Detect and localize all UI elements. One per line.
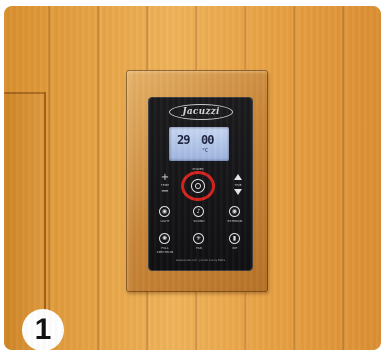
music-icon: ♪ xyxy=(196,207,201,215)
time-label: TIME xyxy=(234,183,242,187)
full-spectrum-button[interactable]: ✺ xyxy=(159,233,170,244)
temp-minus-button[interactable]: − xyxy=(159,187,171,197)
panel-footer-text: www.jacuzzi.com · Jacuzzi Luxury Baths xyxy=(175,259,226,262)
light-label: LIGHT xyxy=(160,219,170,223)
time-up-arrow-icon[interactable] xyxy=(234,174,242,180)
spectrum-icon: ✺ xyxy=(161,234,168,242)
thermometer-icon: ▮ xyxy=(232,234,237,242)
sound-label: SOUND xyxy=(193,219,205,223)
fan-icon: ✳ xyxy=(195,234,202,242)
interior-button[interactable]: ▮ xyxy=(229,233,240,244)
display-temperature: 29 xyxy=(177,133,190,147)
exterior-label: EXTERIOR xyxy=(227,219,243,223)
sauna-photo: Jacuzzi 29 00 °C + TEMP − POWER TIME ◉ L… xyxy=(4,6,381,350)
display-unit: °C xyxy=(202,148,209,154)
interior-label: INT xyxy=(232,246,238,250)
time-down-arrow-icon[interactable] xyxy=(234,189,242,195)
full-spectrum-label: FULL SPECTRUM xyxy=(156,246,174,254)
step-number-badge: 1 xyxy=(22,309,64,350)
bulb-icon: ◉ xyxy=(231,207,238,215)
sound-button[interactable]: ♪ xyxy=(193,206,204,217)
fan-button[interactable]: ✳ xyxy=(193,233,204,244)
power-button[interactable] xyxy=(191,179,205,193)
exterior-light-button[interactable]: ◉ xyxy=(229,206,240,217)
lcd-display: 29 00 °C xyxy=(169,127,229,161)
fan-label: FAN xyxy=(196,246,202,250)
display-time: 00 xyxy=(201,133,214,147)
light-button[interactable]: ◉ xyxy=(159,206,170,217)
temp-plus-button[interactable]: + xyxy=(159,173,171,183)
brand-logo: Jacuzzi xyxy=(169,104,233,120)
control-panel: Jacuzzi 29 00 °C + TEMP − POWER TIME ◉ L… xyxy=(149,98,252,270)
lightbulb-icon: ◉ xyxy=(161,207,168,215)
